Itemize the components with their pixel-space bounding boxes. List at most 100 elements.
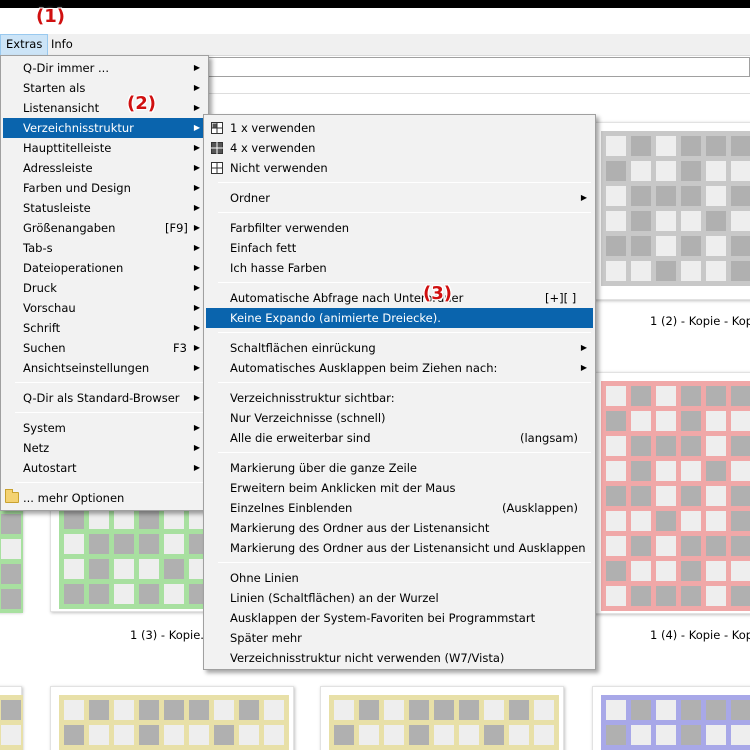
thumbnail-cell [706, 725, 726, 745]
submenu-item-einfach-fett[interactable]: Einfach fett [206, 238, 593, 258]
thumbnail-cell [484, 700, 504, 720]
thumbnail-gridline [601, 581, 750, 586]
thumbnail-cell [706, 700, 726, 720]
thumbnail-cell [606, 461, 626, 481]
submenu-item-ich-hasse-farben[interactable]: Ich hasse Farben [206, 258, 593, 278]
menu-item-schrift[interactable]: Schrift ▶ [3, 318, 206, 338]
submenu-item-erweitern-anklicken[interactable]: Erweitern beim Anklicken mit der Maus [206, 478, 593, 498]
thumbnail-5[interactable] [320, 686, 564, 750]
thumbnail-cell [681, 411, 701, 431]
thumbnail-gridline [601, 156, 750, 161]
thumbnail-cell [409, 700, 429, 720]
submenu-item-markierung-ordner[interactable]: Markierung des Ordner aus der Listenansi… [206, 518, 593, 538]
submenu-item-spaeter-mehr[interactable]: Später mehr [206, 628, 593, 648]
menu-item-adressleiste[interactable]: Adressleiste ▶ [3, 158, 206, 178]
submenu-item-ohne-linien[interactable]: Ohne Linien [206, 568, 593, 588]
thumbnail-6[interactable] [592, 686, 750, 750]
thumbnail-cell [631, 261, 651, 281]
thumbnail-gridline [329, 720, 559, 725]
thumbnail-cell [731, 561, 750, 581]
submenu-item-auto-ausklappen[interactable]: Automatisches Ausklappen beim Ziehen nac… [206, 358, 593, 378]
thumbnail-cell [631, 436, 651, 456]
thumbnail-cell [359, 725, 379, 745]
thumbnail-cell [731, 725, 750, 745]
menu-item-farben-design[interactable]: Farben und Design ▶ [3, 178, 206, 198]
menu-item-tabs[interactable]: Tab-s ▶ [3, 238, 206, 258]
menu-item-starten-als[interactable]: Starten als ▶ [3, 78, 206, 98]
thumbnail-4[interactable] [50, 686, 294, 750]
thumbnail-cell [656, 511, 676, 531]
menu-item-standard-browser[interactable]: Q-Dir als Standard-Browser ▶ [3, 388, 206, 408]
thumbnail-1[interactable] [592, 122, 750, 300]
thumbnail-cell [681, 561, 701, 581]
thumbnail-gridline [601, 695, 750, 700]
thumbnail-cell [484, 725, 504, 745]
thumbnail-cell [681, 486, 701, 506]
menu-separator [218, 452, 591, 453]
thumbnail-cell [509, 725, 529, 745]
submenu-item-farbfilter[interactable]: Farbfilter verwenden [206, 218, 593, 238]
submenu-item-schaltflaechen-einrueckung[interactable]: Schaltflächen einrückung ▶ [206, 338, 593, 358]
submenu-item-linien-wurzel[interactable]: Linien (Schaltflächen) an der Wurzel [206, 588, 593, 608]
submenu-item-alle-erweiterbar[interactable]: Alle die erweiterbar sind (langsam) [206, 428, 593, 448]
thumbnail-cell [706, 186, 726, 206]
menu-item-qdir-immer[interactable]: Q-Dir immer ... ▶ [3, 58, 206, 78]
menu-item-mehr-optionen[interactable]: ... mehr Optionen [3, 488, 206, 508]
submenu-item-markierung-ordner-ausklappen[interactable]: Markierung des Ordner aus der Listenansi… [206, 538, 593, 558]
thumbnail-cell [606, 561, 626, 581]
thumbnail-cell [681, 186, 701, 206]
thumbnail-3[interactable] [592, 372, 750, 614]
menu-item-ansichtseinstellungen[interactable]: Ansichtseinstellungen ▶ [3, 358, 206, 378]
submenu-item-struktur-sichtbar[interactable]: Verzeichnisstruktur sichtbar: [206, 388, 593, 408]
submenu-item-ordner[interactable]: Ordner ▶ [206, 188, 593, 208]
submenu-item-keine-expando[interactable]: Keine Expando (animierte Dreiecke). [206, 308, 593, 328]
submenu-item-favoriten-ausklappen[interactable]: Ausklappen der System-Favoriten bei Prog… [206, 608, 593, 628]
menu-item-haupttitelleiste[interactable]: Haupttitelleiste ▶ [3, 138, 206, 158]
thumbnail-cell [706, 411, 726, 431]
menu-item-netz[interactable]: Netz ▶ [3, 438, 206, 458]
menu-info[interactable]: Info [46, 34, 78, 56]
menu-item-system[interactable]: System ▶ [3, 418, 206, 438]
thumbnail-cell [334, 725, 354, 745]
thumbnail-2b[interactable] [0, 500, 23, 613]
menu-item-druck[interactable]: Druck ▶ [3, 278, 206, 298]
submenu-item-nicht-verwenden-w7[interactable]: Verzeichnisstruktur nicht verwenden (W7/… [206, 648, 593, 668]
submenu-item-einzelnes-einblenden[interactable]: Einzelnes Einblenden (Ausklappen) [206, 498, 593, 518]
thumbnail-cell [631, 561, 651, 581]
menu-item-groessenangaben[interactable]: Größenangaben [F9] ▶ [3, 218, 206, 238]
thumbnail-cell [264, 725, 284, 745]
menu-item-vorschau[interactable]: Vorschau ▶ [3, 298, 206, 318]
menu-item-listenansicht[interactable]: Listenansicht ▶ [3, 98, 206, 118]
menu-separator [218, 212, 591, 213]
thumbnail-cell [606, 211, 626, 231]
submenu-item-markierung-zeile[interactable]: Markierung über die ganze Zeile [206, 458, 593, 478]
thumbnail-cell [214, 700, 234, 720]
thumbnail-gridline [726, 381, 731, 611]
thumbnail-cell [656, 261, 676, 281]
thumbnail-cell [731, 411, 750, 431]
thumbnail-cell [681, 236, 701, 256]
thumbnail-cell [656, 461, 676, 481]
menu-item-autostart[interactable]: Autostart ▶ [3, 458, 206, 478]
thumbnail-cell [1, 539, 21, 559]
submenu-item-nicht-verwenden[interactable]: Nicht verwenden [206, 158, 593, 178]
thumbnail-gridline [59, 529, 211, 534]
thumbnail-cell [139, 559, 159, 579]
thumbnail-cell [631, 461, 651, 481]
menu-item-suchen[interactable]: Suchen F3 ▶ [3, 338, 206, 358]
thumbnail-7[interactable] [0, 686, 23, 750]
submenu-item-1x[interactable]: 1 x verwenden [206, 118, 593, 138]
thumbnail-cell [606, 261, 626, 281]
submenu-item-4x[interactable]: 4 x verwenden [206, 138, 593, 158]
address-bar[interactable] [205, 57, 750, 77]
thumbnail-cell [706, 136, 726, 156]
menu-item-dateioperationen[interactable]: Dateioperationen ▶ [3, 258, 206, 278]
submenu-item-nur-verzeichnisse[interactable]: Nur Verzeichnisse (schnell) [206, 408, 593, 428]
submenu-item-auto-abfrage[interactable]: Automatische Abfrage nach Unterordner [+]… [206, 288, 593, 308]
menu-item-verzeichnisstruktur[interactable]: Verzeichnisstruktur ▶ [3, 118, 206, 138]
thumbnail-caption-2: 1 (3) - Kopie.p [130, 628, 212, 642]
thumbnail-gridline [601, 281, 750, 286]
thumbnail-gridline [601, 606, 750, 611]
menu-item-statusleiste[interactable]: Statusleiste ▶ [3, 198, 206, 218]
menu-extras[interactable]: Extras [0, 34, 49, 56]
